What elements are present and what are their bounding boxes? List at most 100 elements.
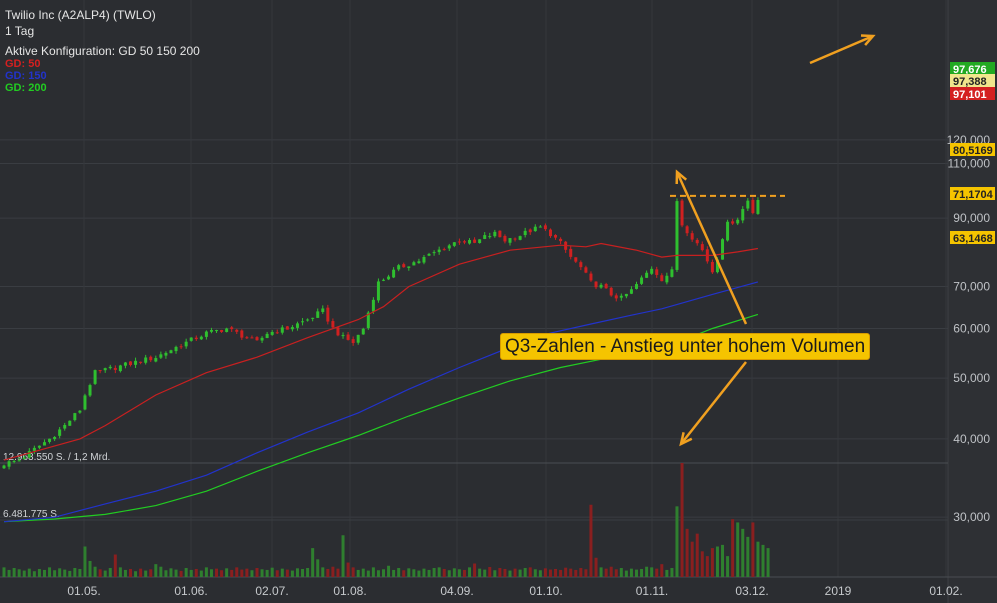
volume-bar: [351, 567, 355, 577]
candle: [48, 438, 52, 442]
volume-bar: [356, 569, 360, 577]
candle: [609, 287, 613, 296]
volume-bar: [493, 570, 497, 577]
candle: [721, 239, 725, 260]
volume-bar: [574, 569, 578, 577]
candle: [118, 365, 122, 372]
y-tick-label: 70,000: [953, 280, 990, 294]
candle: [351, 339, 355, 344]
volume-bar: [488, 567, 492, 577]
candle: [382, 279, 385, 281]
candle: [538, 226, 542, 228]
volume-bar: [376, 570, 380, 577]
volume-bar: [169, 568, 173, 577]
x-tick-label: 02.07.: [255, 584, 288, 598]
candle: [437, 249, 441, 253]
volume-bar: [88, 560, 92, 577]
volume-bar: [675, 506, 679, 577]
candle: [209, 330, 213, 332]
candle: [7, 461, 11, 467]
volume-bar: [108, 568, 112, 577]
volume-bar: [543, 568, 547, 577]
chart-config: Aktive Konfiguration: GD 50 150 200: [5, 44, 200, 58]
volume-bar: [483, 569, 487, 577]
volume-bar: [427, 569, 431, 577]
volume-bar: [619, 568, 623, 577]
volume-bar: [341, 535, 345, 577]
x-tick-label: 01.02.: [929, 584, 962, 598]
volume-bar: [498, 568, 502, 577]
volume-bar: [584, 569, 588, 577]
candle: [174, 346, 178, 352]
volume-bar: [73, 568, 77, 577]
candle: [548, 229, 552, 237]
volume-bar: [78, 568, 82, 577]
volume-bar: [366, 570, 370, 577]
volume-bar: [538, 570, 542, 577]
price-badge-label: 97,101: [953, 89, 987, 101]
candle: [215, 330, 219, 332]
candle: [680, 200, 684, 226]
volume-bar: [548, 569, 552, 577]
volume-bar: [326, 568, 330, 577]
price-badge-label: 63,1468: [953, 233, 993, 245]
volume-bar: [432, 568, 436, 577]
chart-canvas: 30,000 40,000 50,000 60,000 70,000 90,000 110,…: [0, 0, 997, 603]
candle: [2, 465, 6, 469]
candle: [73, 413, 77, 421]
volume-bar: [361, 568, 365, 577]
candle: [12, 460, 16, 462]
volume-bar: [437, 567, 441, 577]
legend-gd200: GD: 200: [5, 82, 47, 94]
volume-bar: [392, 569, 396, 577]
volume-bar: [22, 570, 26, 577]
candle: [230, 327, 234, 330]
volume-bar: [741, 528, 745, 577]
volume-bar: [204, 567, 208, 577]
candle: [700, 244, 704, 251]
candle: [376, 281, 380, 301]
candle: [326, 307, 330, 322]
volume-bar: [346, 562, 350, 577]
volume-bar: [235, 567, 239, 577]
volume-bar: [609, 566, 613, 577]
candle: [301, 321, 305, 323]
candle: [726, 221, 730, 241]
candle: [594, 281, 598, 288]
volume-bar: [285, 569, 289, 577]
candle: [311, 317, 315, 319]
candle: [655, 269, 659, 275]
candle: [629, 289, 633, 294]
volume-bar: [726, 556, 730, 577]
candle: [503, 235, 507, 242]
candle: [614, 295, 618, 299]
volume-bar: [412, 569, 416, 577]
volume-bar: [604, 568, 608, 577]
volume-bar: [508, 570, 512, 577]
x-tick-label: 01.06.: [174, 584, 207, 598]
volume-bar: [321, 567, 325, 577]
candle: [513, 238, 517, 240]
volume-bar: [700, 551, 704, 577]
volume-bar: [554, 568, 558, 577]
candle: [123, 362, 127, 366]
volume-bar: [371, 567, 375, 577]
volume-bar: [265, 569, 269, 577]
volume-bar: [98, 569, 102, 577]
candle: [88, 385, 92, 396]
candle: [397, 265, 401, 270]
candle: [624, 293, 628, 297]
candle: [523, 230, 527, 236]
volume-bar: [670, 568, 674, 577]
volume-bar: [199, 570, 203, 577]
volume-bar: [710, 548, 714, 577]
candle: [63, 424, 67, 429]
candle: [17, 460, 21, 462]
candle: [635, 284, 638, 289]
volume-bar: [736, 522, 740, 577]
volume-bar: [144, 570, 148, 577]
x-tick-label: 01.10.: [529, 584, 562, 598]
y-tick-label: 40,000: [953, 432, 990, 446]
chart-title: Twilio Inc (A2ALP4) (TWLO): [5, 8, 156, 22]
candle: [660, 275, 664, 282]
